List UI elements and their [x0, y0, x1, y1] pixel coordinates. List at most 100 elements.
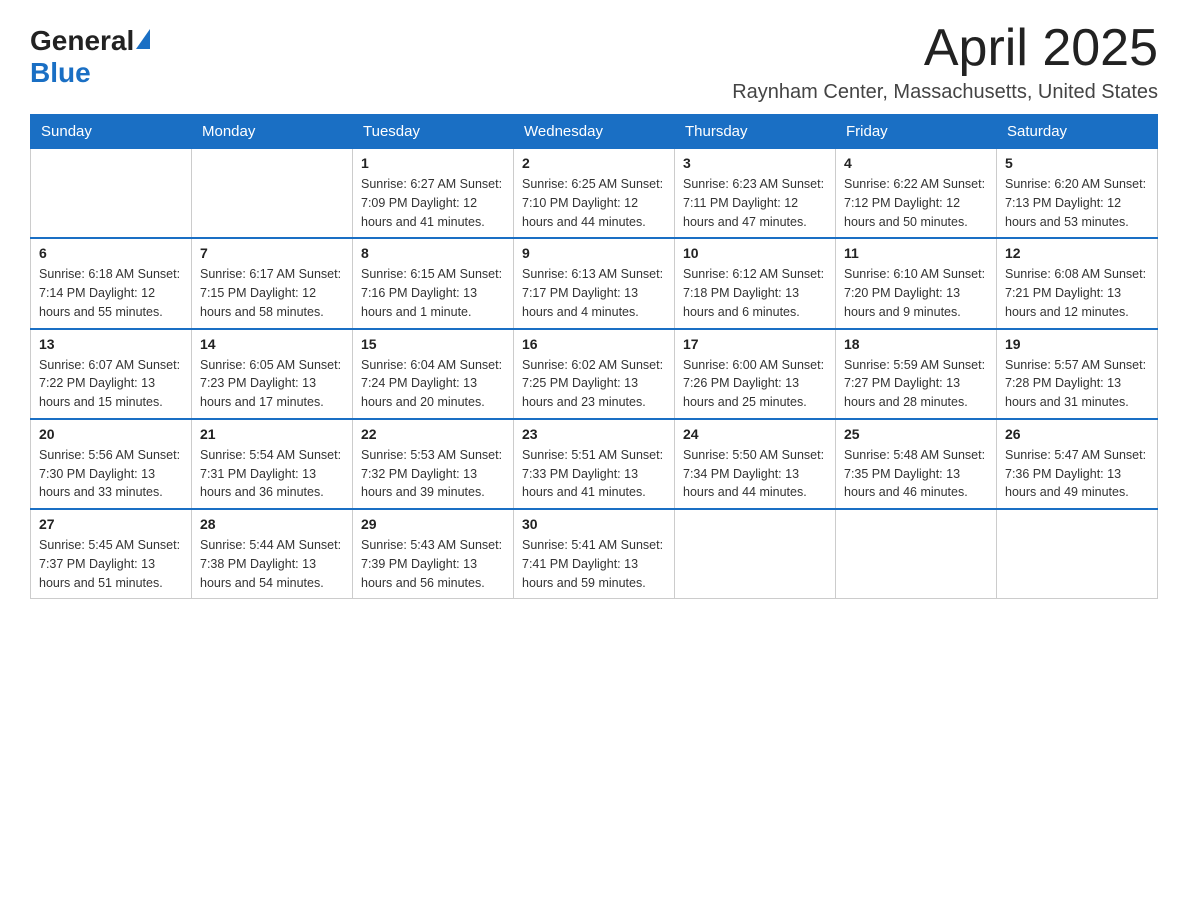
table-row: 3Sunrise: 6:23 AM Sunset: 7:11 PM Daylig…: [675, 149, 836, 239]
day-number: 24: [683, 426, 827, 442]
day-number: 26: [1005, 426, 1149, 442]
day-number: 30: [522, 516, 666, 532]
day-number: 11: [844, 245, 988, 261]
table-row: 29 Sunrise: 5:43 AM Sunset: 7:39 PM Dayli…: [353, 509, 514, 599]
day-info: Sunrise: 6:18 AM Sunset: 7:14 PM Dayligh…: [39, 265, 183, 321]
calendar-week-row: 1 Sunrise: 6:27 AM Sunset: 7:09 PM Daylig…: [31, 149, 1158, 239]
table-row: 1 Sunrise: 6:27 AM Sunset: 7:09 PM Daylig…: [353, 149, 514, 239]
table-row: 4Sunrise: 6:22 AM Sunset: 7:12 PM Daylig…: [836, 149, 997, 239]
month-title: April 2025: [732, 20, 1158, 77]
day-number: 5: [1005, 155, 1149, 171]
day-info: Sunrise: 6:02 AM Sunset: 7:25 PM Dayligh…: [522, 356, 666, 412]
table-row: [836, 509, 997, 599]
header-friday: Friday: [836, 115, 997, 149]
day-number: 9: [522, 245, 666, 261]
day-info: Sunrise: 5:57 AM Sunset: 7:28 PM Dayligh…: [1005, 356, 1149, 412]
day-number: 1: [361, 155, 505, 171]
day-number: 7: [200, 245, 344, 261]
day-info: Sunrise: 5:43 AM Sunset: 7:39 PM Dayligh…: [361, 536, 505, 592]
table-row: [192, 149, 353, 239]
table-row: 6Sunrise: 6:18 AM Sunset: 7:14 PM Daylig…: [31, 238, 192, 328]
table-row: 21Sunrise: 5:54 AM Sunset: 7:31 PM Dayli…: [192, 419, 353, 509]
day-number: 18: [844, 336, 988, 352]
logo-general-text: General: [30, 25, 134, 57]
day-number: 29: [361, 516, 505, 532]
day-number: 22: [361, 426, 505, 442]
header-sunday: Sunday: [31, 115, 192, 149]
table-row: 19 Sunrise: 5:57 AM Sunset: 7:28 PM Dayli…: [997, 329, 1158, 419]
day-info: Sunrise: 6:05 AM Sunset: 7:23 PM Dayligh…: [200, 356, 344, 412]
table-row: 24 Sunrise: 5:50 AM Sunset: 7:34 PM Dayli…: [675, 419, 836, 509]
day-info: Sunrise: 6:15 AM Sunset: 7:16 PM Dayligh…: [361, 265, 505, 321]
day-info: Sunrise: 5:54 AM Sunset: 7:31 PM Dayligh…: [200, 446, 344, 502]
day-info: Sunrise: 5:44 AM Sunset: 7:38 PM Dayligh…: [200, 536, 344, 592]
table-row: 15Sunrise: 6:04 AM Sunset: 7:24 PM Dayli…: [353, 329, 514, 419]
calendar-header-row: Sunday Monday Tuesday Wednesday Thursday…: [31, 115, 1158, 149]
logo: General Blue: [30, 25, 150, 89]
day-number: 23: [522, 426, 666, 442]
header-tuesday: Tuesday: [353, 115, 514, 149]
day-number: 10: [683, 245, 827, 261]
table-row: 28 Sunrise: 5:44 AM Sunset: 7:38 PM Dayli…: [192, 509, 353, 599]
calendar-week-row: 6Sunrise: 6:18 AM Sunset: 7:14 PM Daylig…: [31, 238, 1158, 328]
table-row: 12Sunrise: 6:08 AM Sunset: 7:21 PM Dayli…: [997, 238, 1158, 328]
calendar-table: Sunday Monday Tuesday Wednesday Thursday…: [30, 114, 1158, 599]
calendar-week-row: 27Sunrise: 5:45 AM Sunset: 7:37 PM Dayli…: [31, 509, 1158, 599]
table-row: 30 Sunrise: 5:41 AM Sunset: 7:41 PM Dayli…: [514, 509, 675, 599]
day-number: 19: [1005, 336, 1149, 352]
day-info: Sunrise: 6:17 AM Sunset: 7:15 PM Dayligh…: [200, 265, 344, 321]
day-number: 17: [683, 336, 827, 352]
table-row: 11 Sunrise: 6:10 AM Sunset: 7:20 PM Dayli…: [836, 238, 997, 328]
calendar-week-row: 20 Sunrise: 5:56 AM Sunset: 7:30 PM Dayli…: [31, 419, 1158, 509]
header-wednesday: Wednesday: [514, 115, 675, 149]
day-info: Sunrise: 5:59 AM Sunset: 7:27 PM Dayligh…: [844, 356, 988, 412]
day-info: Sunrise: 6:20 AM Sunset: 7:13 PM Dayligh…: [1005, 175, 1149, 231]
table-row: 13 Sunrise: 6:07 AM Sunset: 7:22 PM Dayli…: [31, 329, 192, 419]
table-row: 17 Sunrise: 6:00 AM Sunset: 7:26 PM Dayli…: [675, 329, 836, 419]
location-subtitle: Raynham Center, Massachusetts, United St…: [732, 81, 1158, 104]
table-row: 7 Sunrise: 6:17 AM Sunset: 7:15 PM Daylig…: [192, 238, 353, 328]
day-info: Sunrise: 6:25 AM Sunset: 7:10 PM Dayligh…: [522, 175, 666, 231]
day-info: Sunrise: 6:07 AM Sunset: 7:22 PM Dayligh…: [39, 356, 183, 412]
table-row: 18 Sunrise: 5:59 AM Sunset: 7:27 PM Dayli…: [836, 329, 997, 419]
day-number: 2: [522, 155, 666, 171]
day-info: Sunrise: 5:51 AM Sunset: 7:33 PM Dayligh…: [522, 446, 666, 502]
day-info: Sunrise: 5:45 AM Sunset: 7:37 PM Dayligh…: [39, 536, 183, 592]
day-info: Sunrise: 6:12 AM Sunset: 7:18 PM Dayligh…: [683, 265, 827, 321]
header-monday: Monday: [192, 115, 353, 149]
table-row: 2 Sunrise: 6:25 AM Sunset: 7:10 PM Daylig…: [514, 149, 675, 239]
table-row: [675, 509, 836, 599]
day-info: Sunrise: 5:41 AM Sunset: 7:41 PM Dayligh…: [522, 536, 666, 592]
day-info: Sunrise: 6:08 AM Sunset: 7:21 PM Dayligh…: [1005, 265, 1149, 321]
day-number: 25: [844, 426, 988, 442]
table-row: [31, 149, 192, 239]
table-row: 25Sunrise: 5:48 AM Sunset: 7:35 PM Dayli…: [836, 419, 997, 509]
day-info: Sunrise: 6:27 AM Sunset: 7:09 PM Dayligh…: [361, 175, 505, 231]
day-number: 16: [522, 336, 666, 352]
calendar-week-row: 13 Sunrise: 6:07 AM Sunset: 7:22 PM Dayli…: [31, 329, 1158, 419]
header-thursday: Thursday: [675, 115, 836, 149]
day-info: Sunrise: 5:50 AM Sunset: 7:34 PM Dayligh…: [683, 446, 827, 502]
day-info: Sunrise: 6:10 AM Sunset: 7:20 PM Dayligh…: [844, 265, 988, 321]
table-row: 9Sunrise: 6:13 AM Sunset: 7:17 PM Daylig…: [514, 238, 675, 328]
day-info: Sunrise: 6:23 AM Sunset: 7:11 PM Dayligh…: [683, 175, 827, 231]
table-row: 10 Sunrise: 6:12 AM Sunset: 7:18 PM Dayli…: [675, 238, 836, 328]
day-number: 13: [39, 336, 183, 352]
day-number: 20: [39, 426, 183, 442]
table-row: 23 Sunrise: 5:51 AM Sunset: 7:33 PM Dayli…: [514, 419, 675, 509]
table-row: 26Sunrise: 5:47 AM Sunset: 7:36 PM Dayli…: [997, 419, 1158, 509]
day-number: 14: [200, 336, 344, 352]
table-row: 22Sunrise: 5:53 AM Sunset: 7:32 PM Dayli…: [353, 419, 514, 509]
table-row: 27Sunrise: 5:45 AM Sunset: 7:37 PM Dayli…: [31, 509, 192, 599]
table-row: [997, 509, 1158, 599]
day-info: Sunrise: 5:56 AM Sunset: 7:30 PM Dayligh…: [39, 446, 183, 502]
day-number: 15: [361, 336, 505, 352]
logo-blue-text: Blue: [30, 57, 91, 89]
table-row: 20 Sunrise: 5:56 AM Sunset: 7:30 PM Dayli…: [31, 419, 192, 509]
day-number: 28: [200, 516, 344, 532]
day-info: Sunrise: 6:00 AM Sunset: 7:26 PM Dayligh…: [683, 356, 827, 412]
day-info: Sunrise: 6:22 AM Sunset: 7:12 PM Dayligh…: [844, 175, 988, 231]
table-row: 5 Sunrise: 6:20 AM Sunset: 7:13 PM Daylig…: [997, 149, 1158, 239]
table-row: 8Sunrise: 6:15 AM Sunset: 7:16 PM Daylig…: [353, 238, 514, 328]
header-saturday: Saturday: [997, 115, 1158, 149]
